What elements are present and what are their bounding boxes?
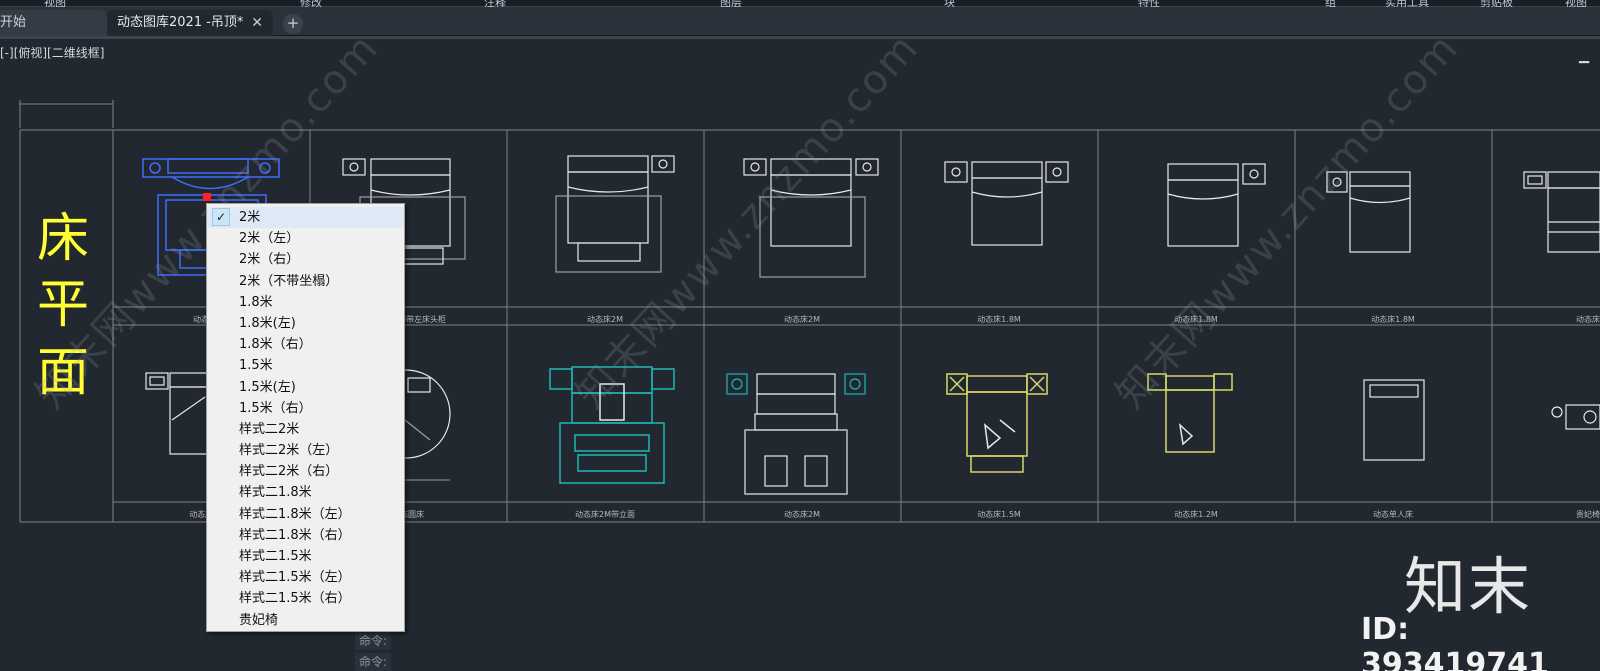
menu-item-style2-1-8m-right[interactable]: 样式二1.8米（右） bbox=[207, 525, 404, 546]
tab-start-label: 开始 bbox=[0, 15, 27, 30]
menu-item-1-5m[interactable]: 1.5米 bbox=[207, 355, 404, 376]
menu-item-label: 样式二1.5米（右） bbox=[239, 591, 351, 607]
bed-block-front bbox=[726, 373, 866, 495]
block-caption: 动态单人床 bbox=[1373, 510, 1413, 519]
menu-item-1-5m-right[interactable]: 1.5米（右） bbox=[207, 398, 404, 419]
menu-item-2m-right[interactable]: 2米（右） bbox=[207, 249, 404, 270]
menu-item-style2-1-5m-left[interactable]: 样式二1.5米（左） bbox=[207, 567, 404, 588]
menu-item-label: 样式二1.8米 bbox=[239, 485, 312, 501]
menu-item-1-8m-left[interactable]: 1.8米(左) bbox=[207, 313, 404, 334]
chaise-block bbox=[1551, 404, 1600, 430]
menu-item-style2-2m-right[interactable]: 样式二2米（右） bbox=[207, 461, 404, 482]
menu-item-1-8m-right[interactable]: 1.8米（右） bbox=[207, 334, 404, 355]
menu-item-label: 1.5米（右） bbox=[239, 400, 312, 416]
bed-block-yellow bbox=[946, 373, 1048, 473]
menu-item-style2-2m-left[interactable]: 样式二2米（左） bbox=[207, 440, 404, 461]
block-caption: 动态床1.2M bbox=[1174, 510, 1218, 519]
minimize-icon[interactable]: ▁ bbox=[1579, 49, 1589, 64]
block-caption: 动态床1.5M bbox=[977, 510, 1021, 519]
close-icon[interactable]: ✕ bbox=[251, 10, 263, 36]
block-caption: 贵妃椅 bbox=[1576, 510, 1600, 519]
menu-item-label: 1.8米(左) bbox=[239, 315, 296, 331]
section-title-char: 床 bbox=[36, 209, 89, 269]
context-menu: ✓ 2米 2米（左） 2米（右） 2米（不带坐榻） 1.8米 1.8米(左) 1.… bbox=[206, 203, 405, 632]
block-caption: 动态床1.8M bbox=[977, 315, 1021, 324]
command-line-history: 命令: bbox=[355, 653, 392, 671]
menu-item-2m-left[interactable]: 2米（左） bbox=[207, 228, 404, 249]
menu-item-label: 样式二2米（左） bbox=[239, 443, 339, 459]
menu-item-chaise[interactable]: 贵妃椅 bbox=[207, 610, 404, 631]
menu-item-label: 2米（右） bbox=[239, 252, 300, 268]
menu-item-label: 样式二2米（右） bbox=[239, 464, 339, 480]
bed-block bbox=[145, 372, 211, 455]
separator bbox=[0, 36, 1600, 39]
menu-item-label: 样式二2米 bbox=[239, 421, 300, 437]
menu-item-label: 2米（不带坐榻） bbox=[239, 273, 339, 289]
command-line-history: 命令: bbox=[355, 632, 392, 650]
menu-item-label: 1.5米 bbox=[239, 358, 273, 374]
menu-item-label: 样式二1.8米（左） bbox=[239, 506, 351, 522]
menu-item-style2-1-8m[interactable]: 样式二1.8米 bbox=[207, 482, 404, 503]
menu-item-label: 2米 bbox=[239, 210, 261, 225]
document-tab-bar: 开始 动态图库2021 -吊顶* ✕ + bbox=[0, 7, 1600, 36]
bed-block-single bbox=[1363, 379, 1425, 461]
menu-item-label: 样式二1.8米（右） bbox=[239, 527, 351, 543]
tab-start[interactable]: 开始 bbox=[0, 10, 107, 36]
menu-item-2m-no-bench[interactable]: 2米（不带坐榻） bbox=[207, 271, 404, 292]
menu-item-label: 样式二1.5米（左） bbox=[239, 570, 351, 586]
watermark-id: ID: 393419741 bbox=[1361, 612, 1549, 671]
bed-block bbox=[555, 155, 675, 273]
bed-block bbox=[1523, 171, 1600, 253]
menu-item-style2-1-5m[interactable]: 样式二1.5米 bbox=[207, 546, 404, 567]
viewport-controls-label[interactable]: [-][俯视][二维线框] bbox=[0, 44, 104, 61]
tab-active-drawing[interactable]: 动态图库2021 -吊顶* ✕ bbox=[107, 10, 273, 36]
block-caption: 动态床 bbox=[1576, 315, 1600, 324]
block-caption: 动态床2M bbox=[784, 510, 820, 519]
ribbon-strip: 视图 修改 注释 图层 块 特性 组 实用工具 剪贴板 视图 bbox=[0, 0, 1600, 9]
add-tab-button[interactable]: + bbox=[283, 14, 303, 34]
menu-item-style2-1-8m-left[interactable]: 样式二1.8米（左） bbox=[207, 504, 404, 525]
menu-item-style2-2m[interactable]: 样式二2米 bbox=[207, 419, 404, 440]
block-caption: 动态床2M bbox=[784, 315, 820, 324]
menu-item-label: 1.8米 bbox=[239, 294, 273, 310]
checkmark-icon: ✓ bbox=[212, 208, 230, 226]
block-caption: 动态床1.8M bbox=[1371, 315, 1415, 324]
menu-item-label: 1.5米(左) bbox=[239, 379, 296, 395]
menu-item-label: 样式二1.5米 bbox=[239, 549, 312, 564]
menu-item-style2-1-5m-right[interactable]: 样式二1.5米（右） bbox=[207, 588, 404, 609]
block-caption: 动态床2M带立面 bbox=[575, 510, 635, 519]
menu-item-label: 1.8米（右） bbox=[239, 337, 312, 353]
tab-active-label: 动态图库2021 -吊顶* bbox=[117, 15, 244, 30]
menu-item-1-8m[interactable]: 1.8米 bbox=[207, 292, 404, 313]
menu-item-label: 2米（左） bbox=[239, 231, 300, 247]
menu-item-label: 贵妃椅 bbox=[239, 612, 279, 628]
menu-item-2m[interactable]: ✓ 2米 bbox=[207, 207, 404, 229]
bed-block bbox=[944, 161, 1069, 246]
menu-item-1-5m-left[interactable]: 1.5米(左) bbox=[207, 377, 404, 398]
